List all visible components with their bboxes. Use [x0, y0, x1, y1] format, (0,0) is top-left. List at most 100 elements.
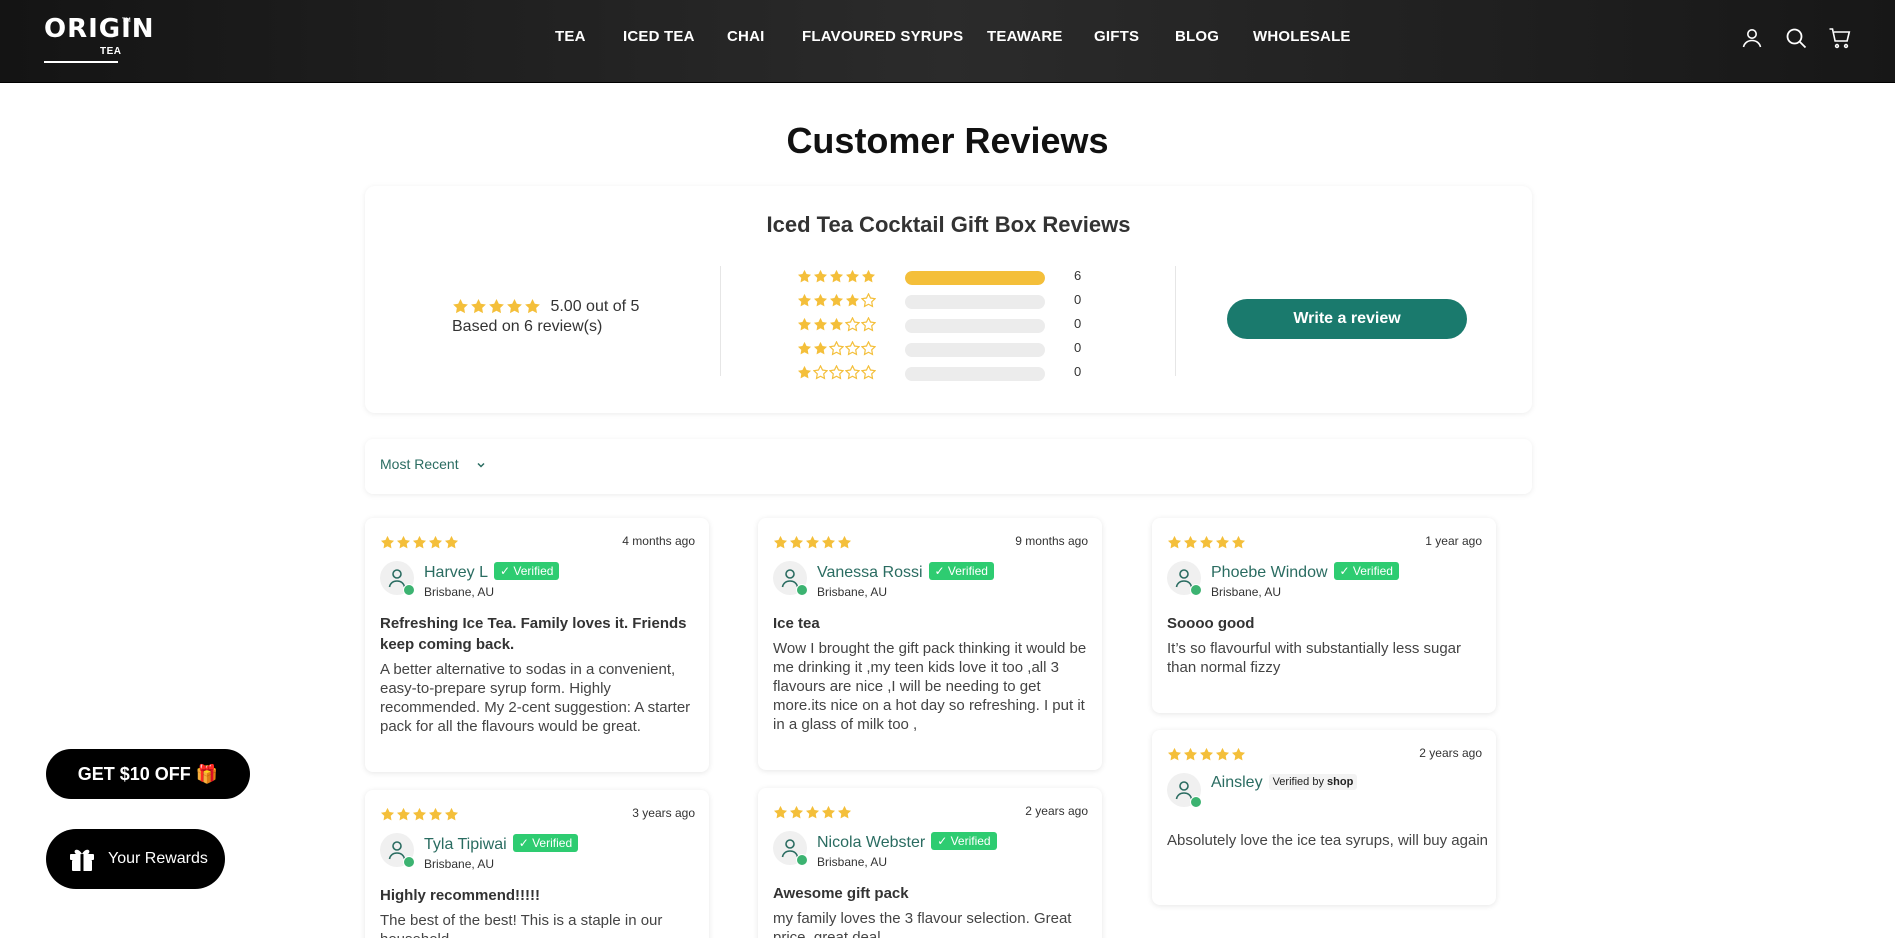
star-empty-icon — [829, 365, 844, 380]
summary-divider-left — [720, 266, 721, 376]
reviewer-name[interactable]: Tyla Tipiwai ✓ Verified — [424, 834, 579, 854]
sort-selected-label: Most Recent — [380, 456, 459, 472]
reviewer-name-text: Phoebe Window — [1211, 564, 1328, 581]
histogram-row-3-star[interactable]: 0 — [797, 312, 1137, 336]
star-filled-icon — [797, 365, 812, 380]
review-body: A better alternative to sodas in a conve… — [380, 661, 691, 735]
star-filled-icon — [1183, 535, 1198, 550]
star-filled-icon — [412, 807, 427, 822]
reviewer-name[interactable]: Phoebe Window ✓ Verified — [1211, 562, 1399, 582]
search-icon[interactable] — [1784, 26, 1808, 50]
user-icon — [388, 569, 406, 588]
main-nav: TEA ICED TEA CHAI FLAVOURED SYRUPS TEAWA… — [0, 28, 1895, 50]
verified-badge: ✓ Verified — [1333, 562, 1399, 580]
star-filled-icon — [797, 293, 812, 308]
nav-wholesale[interactable]: WHOLESALE — [1253, 28, 1351, 45]
review-date: 2 years ago — [1025, 804, 1088, 818]
histogram-row-2-star[interactable]: 0 — [797, 336, 1137, 360]
histogram-count: 0 — [1074, 340, 1082, 355]
star-filled-icon — [1231, 535, 1246, 550]
avatar — [1167, 773, 1202, 808]
verified-badge: ✓ Verified — [928, 562, 994, 580]
histogram-count: 0 — [1074, 364, 1082, 379]
verified-badge: ✓ Verified — [494, 562, 560, 580]
sort-select[interactable]: Most Recent — [380, 456, 486, 473]
avatar — [773, 561, 808, 596]
reviewer-name-text: Harvey L — [424, 564, 489, 581]
review-summary-card: Iced Tea Cocktail Gift Box Reviews 5.00 … — [365, 186, 1532, 413]
review-card: 2 years ago Nicola Webster ✓ Verified Bri… — [758, 788, 1102, 938]
star-empty-icon — [845, 317, 860, 332]
star-empty-icon — [845, 341, 860, 356]
review-body: The best of the best! This is a staple i… — [380, 912, 663, 938]
reviewer-name[interactable]: Nicola Webster ✓ Verified — [817, 832, 997, 852]
review-date: 4 months ago — [622, 534, 695, 548]
star-filled-icon — [797, 317, 812, 332]
verified-check-icon — [1190, 584, 1202, 596]
chevron-down-icon — [476, 457, 486, 473]
star-filled-icon — [805, 535, 820, 550]
page-title: Customer Reviews — [786, 120, 1109, 161]
star-filled-icon — [813, 293, 828, 308]
nav-iced-tea[interactable]: ICED TEA — [623, 28, 695, 45]
star-filled-icon — [845, 269, 860, 284]
star-filled-icon — [837, 535, 852, 550]
review-card: 4 months ago Harvey L ✓ Verified Brisbane… — [365, 518, 709, 772]
user-icon — [1175, 781, 1193, 800]
star-filled-icon — [861, 269, 876, 284]
star-empty-icon — [813, 365, 828, 380]
review-body: my family loves the 3 flavour selection.… — [773, 910, 1072, 938]
cart-icon[interactable] — [1828, 26, 1852, 50]
gift-icon — [68, 845, 96, 878]
histogram-row-5-star[interactable]: 6 — [797, 264, 1137, 288]
star-empty-icon — [845, 365, 860, 380]
star-filled-icon — [821, 805, 836, 820]
star-filled-icon — [773, 805, 788, 820]
user-icon — [388, 841, 406, 860]
write-review-button[interactable]: Write a review — [1227, 299, 1467, 339]
nav-chai[interactable]: CHAI — [727, 28, 764, 45]
histogram-stars — [797, 340, 877, 358]
review-stars — [380, 534, 460, 552]
review-card: 1 year ago Phoebe Window ✓ Verified Brisb… — [1152, 518, 1496, 713]
star-empty-icon — [861, 293, 876, 308]
nav-gifts[interactable]: GIFTS — [1094, 28, 1139, 45]
nav-blog[interactable]: BLOG — [1175, 28, 1219, 45]
star-filled-icon — [428, 807, 443, 822]
verified-check-icon — [796, 854, 808, 866]
verified-check-icon — [403, 584, 415, 596]
review-date: 9 months ago — [1015, 534, 1088, 548]
nav-tea[interactable]: TEA — [555, 28, 586, 45]
nav-teaware[interactable]: TEAWARE — [987, 28, 1063, 45]
star-filled-icon — [1215, 747, 1230, 762]
histogram-stars — [797, 268, 877, 286]
get-10-off-button[interactable]: GET $10 OFF 🎁 — [46, 749, 250, 799]
star-filled-icon — [452, 298, 469, 315]
average-stars — [452, 298, 542, 316]
histogram-bar — [905, 343, 1045, 357]
review-date: 1 year ago — [1425, 534, 1482, 548]
review-stars — [773, 804, 853, 822]
review-stars — [380, 806, 460, 824]
account-icon[interactable] — [1740, 26, 1764, 50]
reviewer-name[interactable]: Ainsley Verified by shop — [1211, 774, 1358, 792]
histogram-row-4-star[interactable]: 0 — [797, 288, 1137, 312]
reviewer-name[interactable]: Harvey L ✓ Verified — [424, 562, 560, 582]
star-filled-icon — [380, 535, 395, 550]
verified-badge: ✓ Verified — [512, 834, 579, 852]
review-body: Absolutely love the ice tea syrups, will… — [1167, 832, 1489, 849]
your-rewards-button[interactable]: Your Rewards — [46, 829, 225, 889]
review-stars — [773, 534, 853, 552]
reviewer-location: Brisbane, AU — [424, 585, 495, 599]
nav-flavoured-syrups[interactable]: FLAVOURED SYRUPS — [802, 28, 963, 45]
sort-bar: Most Recent — [365, 439, 1532, 494]
verified-by-shop-badge: Verified by shop — [1268, 774, 1358, 790]
histogram-row-1-star[interactable]: 0 — [797, 360, 1137, 384]
rewards-label: Your Rewards — [108, 850, 208, 867]
star-filled-icon — [1183, 747, 1198, 762]
review-stars — [1167, 746, 1247, 764]
reviewer-name[interactable]: Vanessa Rossi ✓ Verified — [817, 562, 994, 582]
star-filled-icon — [1215, 535, 1230, 550]
histogram-count: 6 — [1074, 268, 1082, 283]
avatar — [773, 831, 808, 866]
